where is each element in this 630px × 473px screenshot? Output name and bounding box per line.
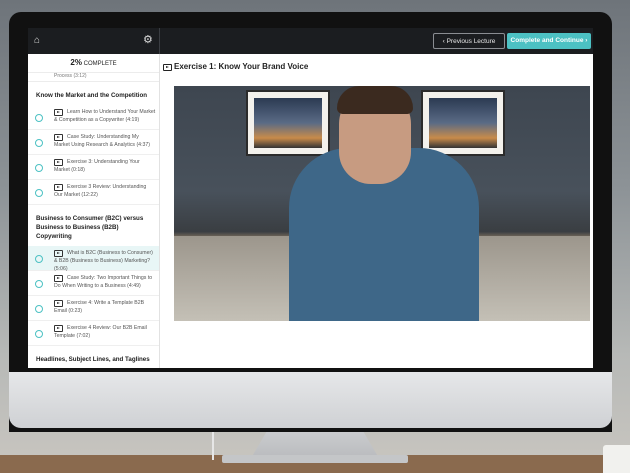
curriculum-sidebar: 2% COMPLETE Process (3:12) Know the Mark… — [28, 54, 160, 368]
lecture-label: Exercise 3: Understanding Your Market (0… — [54, 159, 140, 173]
progress-percent: 2% — [70, 58, 82, 67]
monitor-stand-foot — [222, 455, 408, 463]
status-circle-icon — [35, 255, 43, 263]
home-icon[interactable]: ⌂ — [34, 35, 46, 47]
status-circle-icon — [35, 114, 43, 122]
list-item[interactable]: Process (3:12) — [28, 73, 159, 82]
list-item[interactable]: Exercise 3: Understanding Your Market (0… — [28, 155, 159, 180]
list-item[interactable]: Exercise 3 Review: Understanding Our Mar… — [28, 180, 159, 205]
previous-lecture-button[interactable]: ‹ Previous Lecture — [433, 33, 505, 49]
status-circle-icon — [35, 330, 43, 338]
section-title: Know the Market and the Competition — [36, 92, 148, 99]
top-bar: ⌂ ⚙ ‹ Previous Lecture Complete and Cont… — [28, 28, 593, 54]
video-icon — [163, 64, 172, 71]
status-circle-icon — [35, 164, 43, 172]
chevron-right-icon: › — [583, 37, 588, 44]
complete-and-continue-button[interactable]: Complete and Continue › — [507, 33, 591, 49]
screen: ⌂ ⚙ ‹ Previous Lecture Complete and Cont… — [28, 28, 593, 368]
monitor-chin — [9, 372, 612, 428]
gear-icon[interactable]: ⚙ — [143, 34, 155, 46]
page-title: Exercise 1: Know Your Brand Voice — [174, 62, 309, 71]
list-item[interactable]: Exercise 4 Review: Our B2B Email Templat… — [28, 321, 159, 346]
list-item[interactable]: Case Study: Two Important Things to Do W… — [28, 271, 159, 296]
mug — [603, 445, 630, 473]
section-title: Headlines, Subject Lines, and Taglines — [36, 356, 150, 363]
video-presenter-hair — [337, 86, 413, 114]
video-player[interactable] — [174, 86, 590, 321]
lecture-label: What is B2C (Business to Consumer) & B2B… — [54, 250, 153, 272]
status-circle-icon — [35, 280, 43, 288]
status-circle-icon — [35, 139, 43, 147]
list-item[interactable]: Learn How to Understand Your Market & Co… — [28, 105, 159, 130]
lecture-content: Exercise 1: Know Your Brand Voice — [160, 54, 593, 368]
progress-label: COMPLETE — [83, 61, 117, 67]
progress-indicator: 2% COMPLETE — [28, 54, 159, 73]
video-background-frame — [421, 90, 505, 156]
lecture-label: Case Study: Understanding My Market Usin… — [54, 134, 151, 148]
section-title: Business to Consumer (B2C) versus Busine… — [36, 215, 144, 240]
lecture-label: Case Study: Two Important Things to Do W… — [54, 275, 153, 289]
list-item[interactable]: What is B2C (Business to Consumer) & B2B… — [28, 246, 159, 272]
lecture-label: Exercise 4 Review: Our B2B Email Templat… — [54, 325, 147, 339]
lecture-label: Exercise 3 Review: Understanding Our Mar… — [54, 184, 147, 198]
complete-and-continue-label: Complete and Continue — [510, 37, 584, 44]
status-circle-icon — [35, 189, 43, 197]
status-circle-icon — [35, 305, 43, 313]
previous-lecture-label: Previous Lecture — [446, 38, 496, 45]
lecture-label: Exercise 4: Write a Template B2B Email (… — [54, 300, 145, 314]
list-item[interactable]: Exercise 4: Write a Template B2B Email (… — [28, 296, 159, 321]
video-background-frame — [246, 90, 330, 156]
lecture-label: Learn How to Understand Your Market & Co… — [54, 109, 156, 123]
topbar-divider — [159, 28, 160, 54]
cable — [212, 430, 214, 460]
list-item[interactable]: Case Study: Understanding My Market Usin… — [28, 130, 159, 155]
